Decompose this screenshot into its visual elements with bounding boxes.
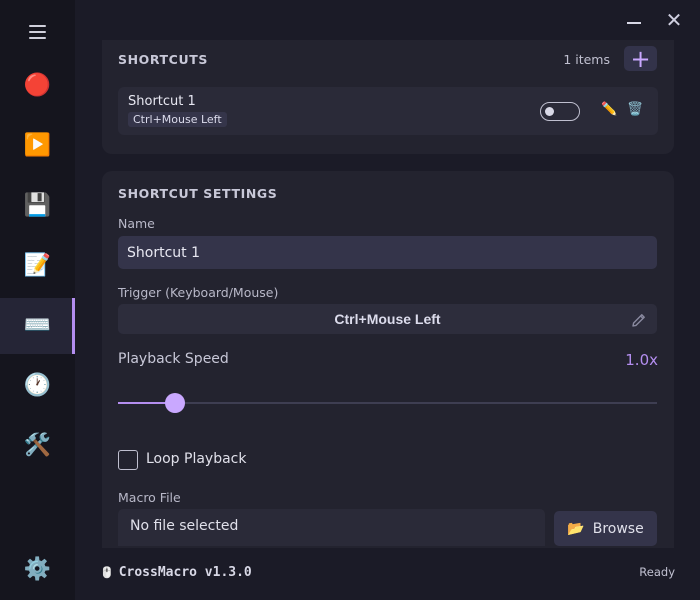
shortcut-trigger-badge: Ctrl+Mouse Left — [128, 112, 227, 127]
sidebar-item-settings[interactable]: ⚙️ — [0, 542, 75, 598]
edit-trigger-icon — [632, 314, 645, 327]
sidebar-item-play[interactable]: ▶️ — [0, 118, 75, 174]
memo-icon: 📝 — [23, 253, 52, 278]
trash-icon[interactable]: 🗑️ — [627, 103, 643, 116]
name-input[interactable] — [118, 236, 657, 269]
pencil-icon[interactable]: ✏️ — [601, 103, 617, 116]
shortcut-enabled-toggle[interactable] — [540, 102, 580, 121]
minimize-button[interactable] — [622, 8, 646, 32]
loop-playback-label: Loop Playback — [146, 451, 247, 467]
sidebar-item-tools[interactable]: 🛠️ — [0, 418, 75, 474]
playback-speed-value: 1.0x — [625, 351, 658, 369]
trigger-capture-button[interactable]: Ctrl+Mouse Left — [118, 304, 657, 334]
sidebar-item-editor[interactable]: 📝 — [0, 238, 75, 294]
red-circle-icon: 🔴 — [23, 73, 52, 98]
shortcuts-title: SHORTCUTS — [118, 52, 208, 67]
shortcut-settings-panel: SHORTCUT SETTINGS Name Trigger (Keyboard… — [102, 171, 674, 548]
keyboard-icon: ⌨️ — [23, 313, 52, 338]
name-label: Name — [118, 216, 155, 231]
open-folder-icon: 📂 — [567, 520, 585, 537]
sidebar-item-scheduler[interactable]: 🕐 — [0, 358, 75, 414]
toggle-knob — [545, 107, 554, 116]
loop-playback-checkbox[interactable] — [118, 450, 138, 470]
shortcut-name: Shortcut 1 — [128, 94, 196, 109]
sidebar-item-save[interactable]: 💾 — [0, 178, 75, 234]
trigger-label: Trigger (Keyboard/Mouse) — [118, 285, 279, 300]
macro-file-display: No file selected — [118, 509, 545, 546]
browse-button[interactable]: 📂 Browse — [554, 511, 657, 546]
sidebar: 🔴 ▶️ 💾 📝 ⌨️ 🕐 🛠️ ⚙️ — [0, 0, 75, 600]
mouse-icon: 🖱️ — [100, 566, 114, 579]
shortcut-settings-title: SHORTCUT SETTINGS — [118, 186, 278, 201]
sidebar-item-shortcuts[interactable]: ⌨️ — [0, 298, 75, 354]
hamburger-menu-button[interactable] — [0, 4, 75, 60]
macro-file-label: Macro File — [118, 490, 181, 505]
close-button[interactable]: ✕ — [662, 8, 686, 32]
items-count: 1 items — [563, 52, 610, 67]
gear-icon: ⚙️ — [23, 557, 52, 582]
add-shortcut-button[interactable]: + — [624, 46, 657, 71]
play-button-icon: ▶️ — [23, 133, 52, 158]
clock-icon: 🕐 — [23, 373, 52, 398]
app-name: CrossMacro v1.3.0 — [118, 565, 252, 580]
hamburger-menu-icon — [29, 25, 46, 39]
trigger-value: Ctrl+Mouse Left — [334, 311, 441, 327]
shortcut-list-item[interactable]: Shortcut 1 Ctrl+Mouse Left ✏️ 🗑️ — [118, 87, 658, 135]
close-icon: ✕ — [665, 8, 683, 32]
footer-brand: 🖱️ CrossMacro v1.3.0 — [100, 565, 252, 580]
status-text: Ready — [639, 565, 675, 579]
tools-icon: 🛠️ — [23, 433, 52, 458]
slider-thumb[interactable] — [165, 393, 186, 413]
plus-icon: + — [630, 44, 651, 73]
browse-label: Browse — [592, 520, 644, 537]
sidebar-item-record[interactable]: 🔴 — [0, 58, 75, 114]
playback-speed-slider[interactable] — [118, 393, 657, 413]
playback-speed-label: Playback Speed — [118, 351, 229, 367]
app-window: 🔴 ▶️ 💾 📝 ⌨️ 🕐 🛠️ ⚙️ ✕ SHORTCUTS 1 items … — [0, 0, 700, 600]
minimize-icon — [627, 22, 641, 24]
floppy-disk-icon: 💾 — [23, 193, 52, 218]
shortcuts-panel: SHORTCUTS 1 items + Shortcut 1 Ctrl+Mous… — [102, 40, 674, 154]
